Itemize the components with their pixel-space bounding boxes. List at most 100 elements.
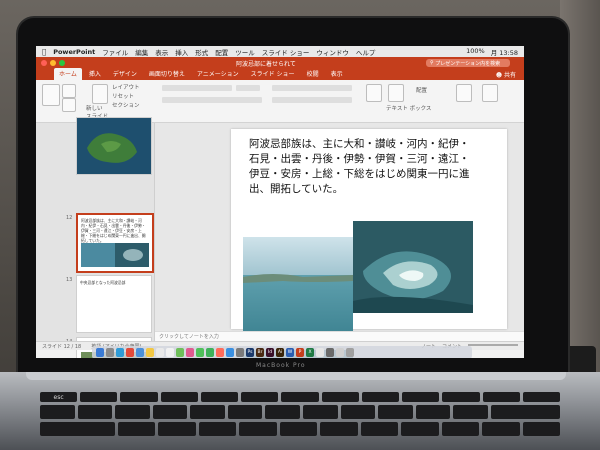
share-button[interactable]: ☻ 共有	[496, 70, 516, 79]
textedit-icon[interactable]	[316, 348, 324, 357]
menu-tools[interactable]: ツール	[235, 47, 255, 57]
key[interactable]	[340, 405, 376, 419]
convert-smartart-button[interactable]	[366, 84, 382, 102]
key[interactable]	[198, 422, 237, 436]
menu-file[interactable]: ファイル	[102, 47, 128, 57]
key[interactable]	[77, 405, 113, 419]
current-slide[interactable]: 阿波忌部族は、主に大和・讃岐・河内・紀伊・石見・出雲・丹後・伊勢・伊賀・三河・遠…	[231, 129, 507, 358]
key[interactable]	[279, 422, 318, 436]
tab-design[interactable]: デザイン	[108, 68, 142, 80]
key[interactable]	[441, 422, 480, 436]
launchpad-icon[interactable]	[106, 348, 114, 357]
font-name-field[interactable]	[162, 85, 232, 91]
key[interactable]	[378, 405, 413, 419]
folder-icon[interactable]	[336, 348, 344, 357]
tab-view[interactable]: 表示	[326, 68, 348, 80]
menu-format[interactable]: 形式	[195, 47, 208, 57]
powerpoint-icon[interactable]: P	[296, 348, 304, 357]
settings-icon[interactable]	[236, 348, 244, 357]
font-format-row[interactable]	[162, 97, 262, 103]
apple-icon[interactable]: 	[42, 48, 46, 56]
itunes-icon[interactable]	[216, 348, 224, 357]
key[interactable]	[303, 405, 338, 419]
whirlpool-photo[interactable]	[353, 221, 473, 313]
menu-edit[interactable]: 編集	[135, 47, 148, 57]
key[interactable]	[522, 392, 561, 402]
key[interactable]	[482, 392, 520, 402]
maps-icon[interactable]	[176, 348, 184, 357]
tab-home[interactable]: ホーム	[54, 68, 82, 80]
chrome-icon[interactable]	[126, 348, 134, 357]
key[interactable]	[80, 392, 118, 402]
arrange-label[interactable]: 配置	[416, 86, 427, 94]
menu-arrange[interactable]: 配置	[215, 47, 228, 57]
shape-fill-button[interactable]	[482, 84, 498, 102]
finder-icon[interactable]	[96, 348, 104, 357]
close-icon[interactable]	[41, 60, 47, 66]
tab-animations[interactable]: アニメーション	[192, 68, 244, 80]
paragraph-row-1[interactable]	[272, 85, 352, 91]
copy-icon[interactable]	[62, 98, 76, 112]
messages-icon[interactable]	[196, 348, 204, 357]
key[interactable]	[490, 405, 561, 419]
key[interactable]	[40, 422, 115, 436]
calendar-icon[interactable]	[156, 348, 164, 357]
excel-icon[interactable]: X	[306, 348, 314, 357]
key[interactable]	[361, 392, 400, 402]
key[interactable]	[117, 422, 156, 436]
font-size-field[interactable]	[236, 85, 260, 91]
key[interactable]	[453, 405, 488, 419]
notes-pane[interactable]: クリックしてノートを入力	[155, 331, 524, 341]
key[interactable]	[152, 405, 188, 419]
key[interactable]	[320, 422, 358, 436]
paragraph-row-2[interactable]	[272, 97, 352, 103]
facetime-icon[interactable]	[206, 348, 214, 357]
paste-button[interactable]	[42, 84, 60, 106]
layout-button[interactable]: レイアウト	[112, 83, 140, 91]
key[interactable]	[160, 392, 198, 402]
key[interactable]	[190, 405, 225, 419]
trash-icon[interactable]	[346, 348, 354, 357]
key[interactable]	[115, 405, 150, 419]
menu-view[interactable]: 表示	[155, 47, 168, 57]
menu-help[interactable]: ヘルプ	[356, 47, 376, 57]
tab-review[interactable]: 校閲	[302, 68, 324, 80]
key[interactable]	[40, 405, 75, 419]
tab-transitions[interactable]: 画面切り替え	[144, 68, 190, 80]
word-icon[interactable]: W	[286, 348, 294, 357]
reminders-icon[interactable]	[166, 348, 174, 357]
new-slide-button[interactable]	[92, 84, 108, 104]
key[interactable]	[227, 405, 263, 419]
notes-icon[interactable]	[146, 348, 154, 357]
app-icon[interactable]	[326, 348, 334, 357]
minimize-icon[interactable]	[50, 60, 56, 66]
slide-thumbnail-11[interactable]	[76, 117, 152, 175]
tab-slideshow[interactable]: スライド ショー	[246, 68, 300, 80]
tab-insert[interactable]: 挿入	[84, 68, 106, 80]
key[interactable]	[239, 422, 277, 436]
key[interactable]	[442, 392, 480, 402]
key[interactable]	[158, 422, 196, 436]
textbox-label[interactable]: テキスト ボックス	[386, 104, 431, 112]
key[interactable]: esc	[40, 392, 78, 402]
menu-window[interactable]: ウィンドウ	[316, 47, 349, 57]
zoom-slider[interactable]	[468, 343, 518, 346]
menu-slideshow[interactable]: スライド ショー	[262, 47, 310, 57]
key[interactable]	[415, 405, 451, 419]
reset-button[interactable]: リセット	[112, 92, 134, 100]
key[interactable]	[482, 422, 520, 436]
safari-icon[interactable]	[116, 348, 124, 357]
cut-icon[interactable]	[62, 84, 76, 98]
menu-insert[interactable]: 挿入	[175, 47, 188, 57]
app-name[interactable]: PowerPoint	[53, 48, 95, 56]
picture-button[interactable]	[388, 84, 404, 102]
indesign-icon[interactable]: Id	[266, 348, 274, 357]
section-button[interactable]: セクション	[112, 101, 140, 109]
key[interactable]	[321, 392, 359, 402]
key[interactable]	[401, 422, 439, 436]
photoshop-icon[interactable]: Ps	[246, 348, 254, 357]
maximize-icon[interactable]	[59, 60, 65, 66]
key[interactable]	[281, 392, 319, 402]
key[interactable]	[360, 422, 399, 436]
search-input[interactable]: ⚲ プレゼンテーション内を検索	[426, 59, 510, 67]
